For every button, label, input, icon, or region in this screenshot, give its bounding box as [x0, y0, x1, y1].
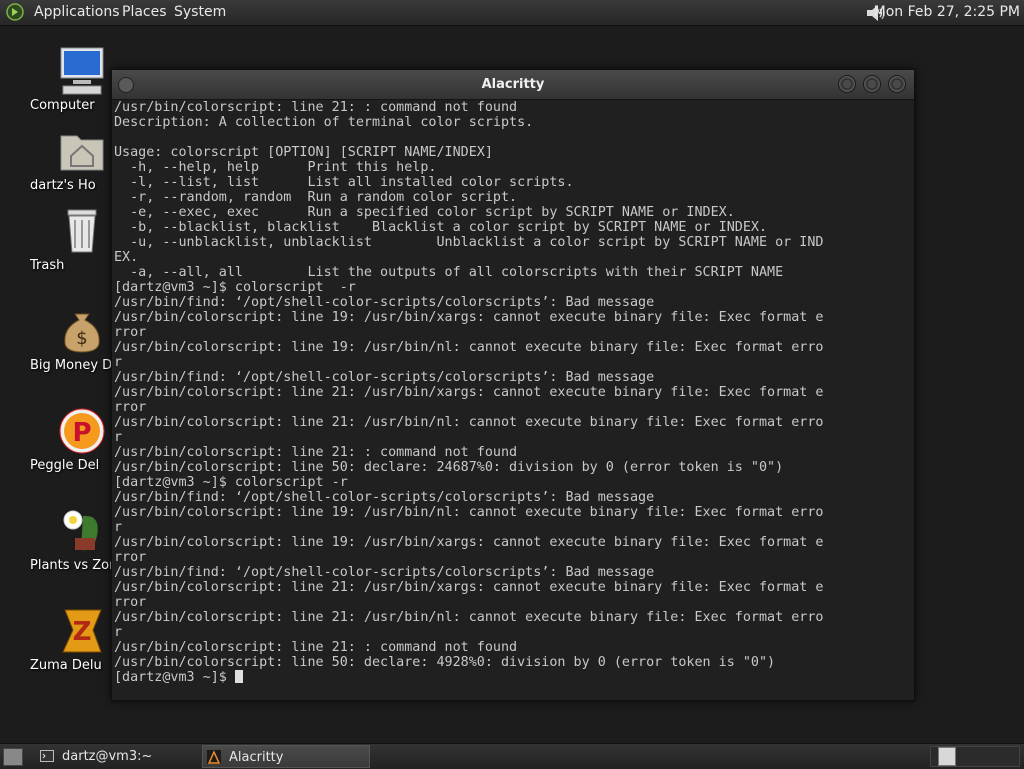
alacritty-window[interactable]: Alacritty /usr/bin/colorscript: line 21:…: [111, 69, 915, 701]
window-titlebar[interactable]: Alacritty: [112, 70, 914, 100]
system-menu[interactable]: System: [174, 0, 226, 25]
plants-vs-zombies-icon: [63, 510, 98, 551]
terminal-cursor: [234, 670, 243, 683]
top-panel: Applications Places System Mon Feb 27, 2…: [0, 0, 1024, 26]
terminal-line: /usr/bin/colorscript: line 21: : command…: [114, 100, 518, 115]
money-bag-icon: $: [64, 313, 100, 353]
terminal-line: /usr/bin/find: ‘/opt/shell-color-scripts…: [114, 370, 655, 385]
maximize-button[interactable]: [863, 75, 881, 93]
taskbar-item-label: Alacritty: [229, 750, 284, 765]
terminal-line: /usr/bin/colorscript: line 21: /usr/bin/…: [114, 385, 824, 400]
terminal-line: -e, --exec, exec Run a specified color s…: [114, 205, 735, 220]
terminal-line: /usr/bin/find: ‘/opt/shell-color-scripts…: [114, 490, 655, 505]
terminal-line: [dartz@vm3 ~]$ colorscript -r: [114, 475, 348, 490]
minimize-button[interactable]: [838, 75, 856, 93]
terminal-line: rror: [114, 595, 147, 610]
terminal-line: r: [114, 520, 123, 535]
terminal-line: rror: [114, 400, 147, 415]
workspace-1[interactable]: [938, 747, 956, 766]
zuma-icon: Z: [62, 609, 102, 653]
svg-text:Z: Z: [73, 617, 92, 647]
terminal-line: [dartz@vm3 ~]$ colorscript -r: [114, 280, 356, 295]
terminal-line: /usr/bin/colorscript: line 19: /usr/bin/…: [114, 505, 824, 520]
terminal-line: -r, --random, random Run a random color …: [114, 190, 518, 205]
terminal-line: /usr/bin/colorscript: line 21: /usr/bin/…: [114, 610, 824, 625]
show-desktop-icon[interactable]: [3, 748, 23, 766]
terminal-line: -u, --unblacklist, unblacklist Unblackli…: [114, 235, 824, 250]
terminal-line: /usr/bin/colorscript: line 21: /usr/bin/…: [114, 415, 824, 430]
taskbar-item-terminal[interactable]: dartz@vm3:~: [36, 745, 196, 768]
terminal-line: Description: A collection of terminal co…: [114, 115, 534, 130]
terminal-line: /usr/bin/colorscript: line 19: /usr/bin/…: [114, 535, 824, 550]
trash-icon: [67, 209, 97, 253]
peggle-icon: P: [59, 408, 105, 454]
svg-text:$: $: [76, 328, 87, 349]
places-menu[interactable]: Places: [122, 0, 167, 25]
distro-logo-icon[interactable]: [6, 3, 24, 21]
bottom-panel: dartz@vm3:~ Alacritty: [0, 743, 1024, 769]
terminal-line: /usr/bin/colorscript: line 19: /usr/bin/…: [114, 340, 824, 355]
clock[interactable]: Mon Feb 27, 2:25 PM: [874, 0, 1020, 25]
terminal-line: /usr/bin/find: ‘/opt/shell-color-scripts…: [114, 295, 655, 310]
terminal-line: /usr/bin/colorscript: line 50: declare: …: [114, 655, 776, 670]
terminal-line: r: [114, 355, 123, 370]
computer-icon: [60, 47, 104, 95]
home-folder-icon: [60, 135, 104, 171]
terminal-line: -a, --all, all List the outputs of all c…: [114, 265, 784, 280]
terminal-line: -b, --blacklist, blacklist Blacklist a c…: [114, 220, 768, 235]
terminal-line: /usr/bin/colorscript: line 21: : command…: [114, 640, 518, 655]
terminal-line: /usr/bin/colorscript: line 50: declare: …: [114, 460, 784, 475]
terminal-line: /usr/bin/find: ‘/opt/shell-color-scripts…: [114, 565, 655, 580]
terminal-line: rror: [114, 325, 147, 340]
taskbar-item-alacritty[interactable]: Alacritty: [202, 745, 370, 768]
terminal-line: r: [114, 430, 123, 445]
terminal-icon: [40, 750, 54, 762]
terminal-line: /usr/bin/colorscript: line 19: /usr/bin/…: [114, 310, 824, 325]
terminal-line: -l, --list, list List all installed colo…: [114, 175, 574, 190]
svg-text:P: P: [72, 418, 91, 448]
terminal-line: Usage: colorscript [OPTION] [SCRIPT NAME…: [114, 145, 493, 160]
terminal-line: /usr/bin/colorscript: line 21: : command…: [114, 445, 518, 460]
close-button[interactable]: [888, 75, 906, 93]
terminal-line: r: [114, 625, 123, 640]
applications-menu[interactable]: Applications: [34, 0, 120, 25]
taskbar-item-label: dartz@vm3:~: [62, 749, 153, 764]
terminal-prompt-line[interactable]: [dartz@vm3 ~]$: [114, 670, 823, 685]
terminal-output[interactable]: /usr/bin/colorscript: line 21: : command…: [112, 100, 914, 698]
alacritty-icon: [207, 750, 221, 764]
terminal-line: -h, --help, help Print this help.: [114, 160, 437, 175]
terminal-prompt: [dartz@vm3 ~]$: [114, 670, 235, 685]
terminal-line: /usr/bin/colorscript: line 21: /usr/bin/…: [114, 580, 824, 595]
terminal-line: rror: [114, 550, 147, 565]
window-title: Alacritty: [481, 77, 545, 92]
terminal-line: EX.: [114, 250, 139, 265]
terminal-lines: /usr/bin/colorscript: line 21: : command…: [114, 100, 823, 685]
